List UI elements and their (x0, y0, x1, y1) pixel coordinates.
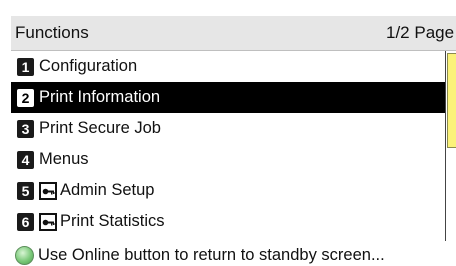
number-badge-icon: 4 (17, 150, 34, 169)
menu-item-label: Print Statistics (60, 212, 165, 230)
menu-item-label: Menus (39, 150, 89, 168)
menu-item-label: Print Information (39, 88, 161, 106)
menu-item-label: Admin Setup (60, 181, 155, 199)
number-badge-icon: 2 (17, 88, 34, 107)
key-lock-icon (39, 181, 57, 200)
online-button-icon (15, 245, 34, 265)
panel-header: Functions 1/2 Page (11, 16, 456, 51)
number-badge-icon: 6 (17, 212, 34, 231)
key-lock-icon (39, 212, 57, 231)
function-menu-list: 1 Configuration 2 Print Information 3 Pr… (11, 51, 445, 237)
status-message: Use Online button to return to standby s… (38, 245, 385, 264)
menu-item-print-secure-job[interactable]: 3 Print Secure Job (11, 113, 445, 144)
scrollbar-thumb[interactable] (447, 53, 456, 148)
menu-item-menus[interactable]: 4 Menus (11, 144, 445, 175)
menu-item-print-statistics[interactable]: 6 Print Statistics (11, 206, 445, 237)
number-badge-icon: 5 (17, 181, 34, 200)
menu-item-label: Configuration (39, 57, 138, 75)
functions-panel: Functions 1/2 Page 1 Configuration 2 Pri… (11, 16, 456, 266)
page-indicator: 1/2 Page (386, 23, 455, 42)
scrollbar[interactable] (445, 51, 456, 241)
menu-item-admin-setup[interactable]: 5 Admin Setup (11, 175, 445, 206)
menu-item-print-information[interactable]: 2 Print Information (11, 82, 445, 113)
menu-item-label: Print Secure Job (39, 119, 161, 137)
status-hint: Use Online button to return to standby s… (11, 242, 456, 266)
menu-item-configuration[interactable]: 1 Configuration (11, 51, 445, 82)
number-badge-icon: 1 (17, 57, 34, 76)
page-title: Functions (15, 23, 89, 42)
number-badge-icon: 3 (17, 119, 34, 138)
